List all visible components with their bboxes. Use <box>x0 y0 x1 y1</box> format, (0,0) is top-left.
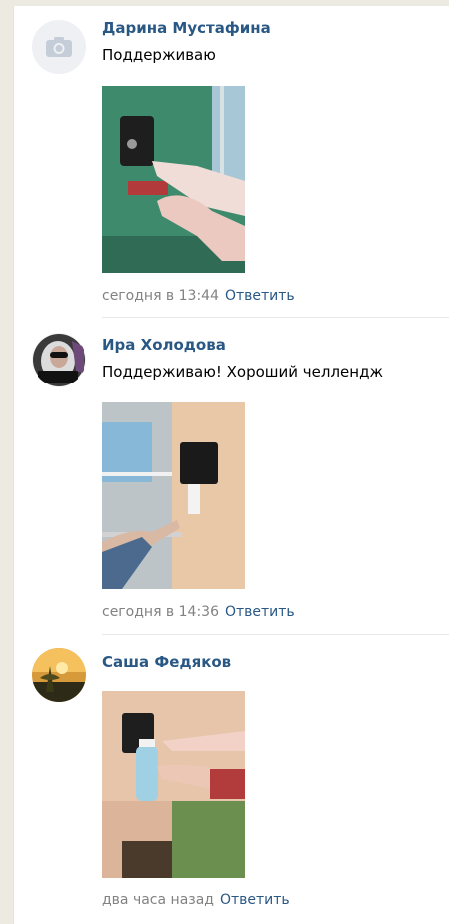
comment-meta: сегодня в 13:44 Ответить <box>102 288 295 304</box>
avatar[interactable] <box>32 20 86 74</box>
comment-time[interactable]: два часа назад <box>102 892 214 908</box>
reply-button[interactable]: Ответить <box>225 604 295 620</box>
comment-photo[interactable] <box>102 86 245 273</box>
comment-author[interactable]: Дарина Мустафина <box>102 19 271 37</box>
divider <box>102 317 449 318</box>
comment-text: Поддерживаю <box>102 46 216 64</box>
comments-panel: Дарина Мустафина Поддерживаю сегодня в 1… <box>13 6 449 924</box>
divider <box>102 634 449 635</box>
comment-time[interactable]: сегодня в 13:44 <box>102 288 219 304</box>
comment-author[interactable]: Ира Холодова <box>102 336 226 354</box>
avatar[interactable] <box>32 648 86 702</box>
comment-meta: два часа назад Ответить <box>102 892 290 908</box>
avatar[interactable] <box>32 333 86 387</box>
comment-author[interactable]: Саша Федяков <box>102 653 231 671</box>
comment-time[interactable]: сегодня в 14:36 <box>102 604 219 620</box>
reply-button[interactable]: Ответить <box>225 288 295 304</box>
comment-photo[interactable] <box>102 402 245 589</box>
camera-icon <box>46 37 72 57</box>
comment-text: Поддерживаю! Хороший челлендж <box>102 363 383 381</box>
reply-button[interactable]: Ответить <box>220 892 290 908</box>
comment-meta: сегодня в 14:36 Ответить <box>102 604 295 620</box>
comment-photo[interactable] <box>102 691 245 878</box>
